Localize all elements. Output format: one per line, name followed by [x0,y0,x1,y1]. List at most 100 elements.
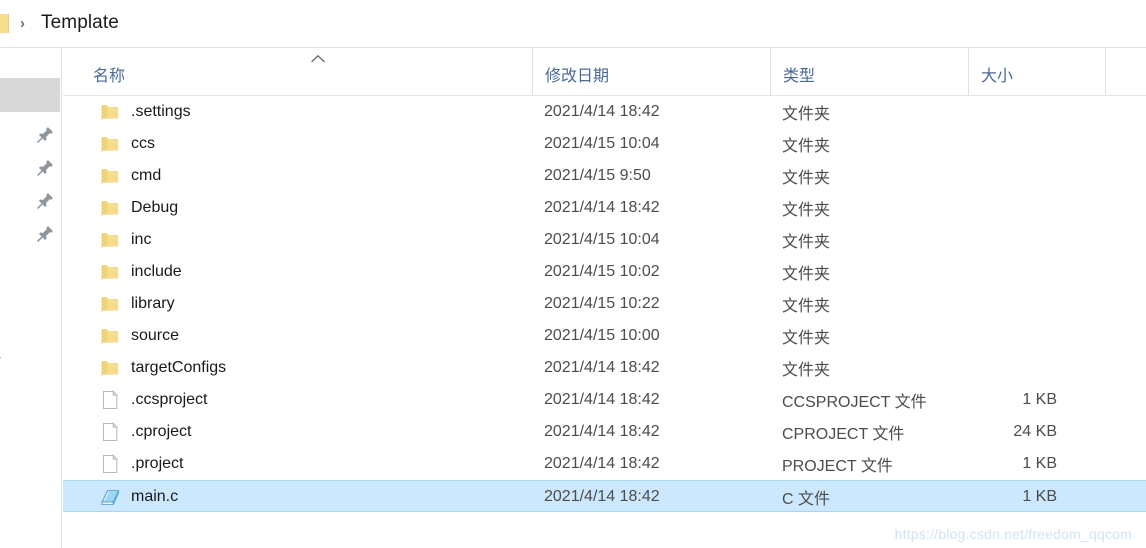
folder-icon [99,357,121,379]
cell-type: 文件夹 [782,266,831,283]
folder-icon [99,165,121,187]
file-list-pane: 名称 修改日期 类型 大小 .settings 2021/4/14 18:42 … [63,48,1146,548]
cell-name[interactable]: library [81,288,532,320]
table-row[interactable]: .project 2021/4/14 18:42 PROJECT 文件 1 KB [63,448,1146,480]
cell-date-modified: 2021/4/15 10:04 [544,231,660,248]
folder-icon [99,101,121,123]
cell-name[interactable]: .settings [81,96,532,128]
cell-name[interactable]: cmd [81,160,532,192]
file-name-label: Debug [131,199,179,216]
chevron-right-icon[interactable]: › [20,16,34,32]
cell-size [968,224,1105,256]
file-name-label: .cproject [131,423,192,440]
address-bar[interactable]: › Template [0,0,1146,48]
cell-date-modified: 2021/4/15 10:22 [544,295,660,312]
nav-selected-item[interactable] [0,78,60,112]
file-name-label: include [131,263,182,280]
cell-type: 文件夹 [782,138,831,155]
cell-type: 文件夹 [782,298,831,315]
table-row[interactable]: library 2021/4/15 10:22 文件夹 [63,288,1146,320]
file-name-label: library [131,295,175,312]
column-header-name[interactable]: 名称 [81,48,532,95]
cell-size [968,192,1105,224]
folder-icon [99,293,121,315]
cell-date-modified: 2021/4/15 9:50 [544,167,651,184]
cell-size: 1 KB [1022,455,1057,472]
folder-icon [0,14,9,33]
folder-icon [99,197,121,219]
folder-icon [99,261,121,283]
file-icon [99,453,121,475]
table-row[interactable]: .cproject 2021/4/14 18:42 CPROJECT 文件 24 KB [63,416,1146,448]
column-header-name-label: 名称 [93,68,126,85]
cell-name[interactable]: source [81,320,532,352]
pin-icon [36,191,55,210]
file-name-label: ccs [131,135,155,152]
table-row[interactable]: Debug 2021/4/14 18:42 文件夹 [63,192,1146,224]
cell-date-modified: 2021/4/14 18:42 [544,488,660,505]
cell-size [968,96,1105,128]
breadcrumb-path-template[interactable]: Template [41,12,119,34]
nav-item-label-truncated[interactable]: r [0,351,1,371]
cell-type: 文件夹 [782,106,831,123]
cell-name[interactable]: main.c [81,481,532,513]
table-row[interactable]: .ccsproject 2021/4/14 18:42 CCSPROJECT 文件 1… [63,384,1146,416]
column-header-size[interactable]: 大小 [968,48,1105,95]
column-header-type[interactable]: 类型 [770,48,968,95]
file-name-label: targetConfigs [131,359,227,376]
file-icon [99,421,121,443]
cell-size [968,160,1105,192]
cell-type: 文件夹 [782,330,831,347]
cell-size [968,320,1105,352]
file-name-label: .project [131,455,184,472]
cell-name[interactable]: .project [81,448,532,480]
file-explorer-window: › Template 名称 修改日期 类型 大小 .settings 2021/… [0,0,1146,548]
cell-size [968,352,1105,384]
table-row[interactable]: inc 2021/4/15 10:04 文件夹 [63,224,1146,256]
cell-size: 24 KB [1013,423,1057,440]
table-row[interactable]: .settings 2021/4/14 18:42 文件夹 [63,96,1146,128]
cell-name[interactable]: include [81,256,532,288]
cell-date-modified: 2021/4/15 10:00 [544,327,660,344]
file-name-label: .settings [131,103,191,120]
file-list: .settings 2021/4/14 18:42 文件夹 ccs 2021/4/15… [63,96,1146,512]
cell-type: CPROJECT 文件 [782,426,905,443]
column-header-date-modified-label: 修改日期 [545,68,610,85]
cell-name[interactable]: .cproject [81,416,532,448]
table-row[interactable]: cmd 2021/4/15 9:50 文件夹 [63,160,1146,192]
folder-icon [99,133,121,155]
cell-name[interactable]: .ccsproject [81,384,532,416]
column-header-spacer[interactable] [1105,48,1146,95]
pin-icon [36,158,55,177]
navigation-pane[interactable]: r [0,48,62,548]
cell-type: CCSPROJECT 文件 [782,394,927,411]
cell-size: 1 KB [1022,488,1057,505]
file-name-label: inc [131,231,152,248]
column-header-row: 名称 修改日期 类型 大小 [63,48,1146,96]
column-header-date-modified[interactable]: 修改日期 [532,48,770,95]
table-row[interactable]: include 2021/4/15 10:02 文件夹 [63,256,1146,288]
table-row[interactable]: targetConfigs 2021/4/14 18:42 文件夹 [63,352,1146,384]
cell-name[interactable]: Debug [81,192,532,224]
column-header-size-label: 大小 [981,68,1014,85]
file-name-label: cmd [131,167,162,184]
sort-ascending-icon [311,54,325,64]
cell-type: 文件夹 [782,234,831,251]
cell-date-modified: 2021/4/14 18:42 [544,391,660,408]
cell-date-modified: 2021/4/14 18:42 [544,103,660,120]
cell-size [968,128,1105,160]
cell-date-modified: 2021/4/14 18:42 [544,423,660,440]
table-row[interactable]: main.c 2021/4/14 18:42 C 文件 1 KB [63,480,1146,512]
cell-date-modified: 2021/4/14 18:42 [544,455,660,472]
cell-name[interactable]: targetConfigs [81,352,532,384]
table-row[interactable]: ccs 2021/4/15 10:04 文件夹 [63,128,1146,160]
table-row[interactable]: source 2021/4/15 10:00 文件夹 [63,320,1146,352]
c-source-icon [99,486,121,508]
cell-name[interactable]: ccs [81,128,532,160]
cell-name[interactable]: inc [81,224,532,256]
cell-type: 文件夹 [782,362,831,379]
folder-icon [99,229,121,251]
cell-type: 文件夹 [782,202,831,219]
watermark-text: https://blog.csdn.net/freedom_qqcom [894,526,1132,542]
file-icon [99,389,121,411]
